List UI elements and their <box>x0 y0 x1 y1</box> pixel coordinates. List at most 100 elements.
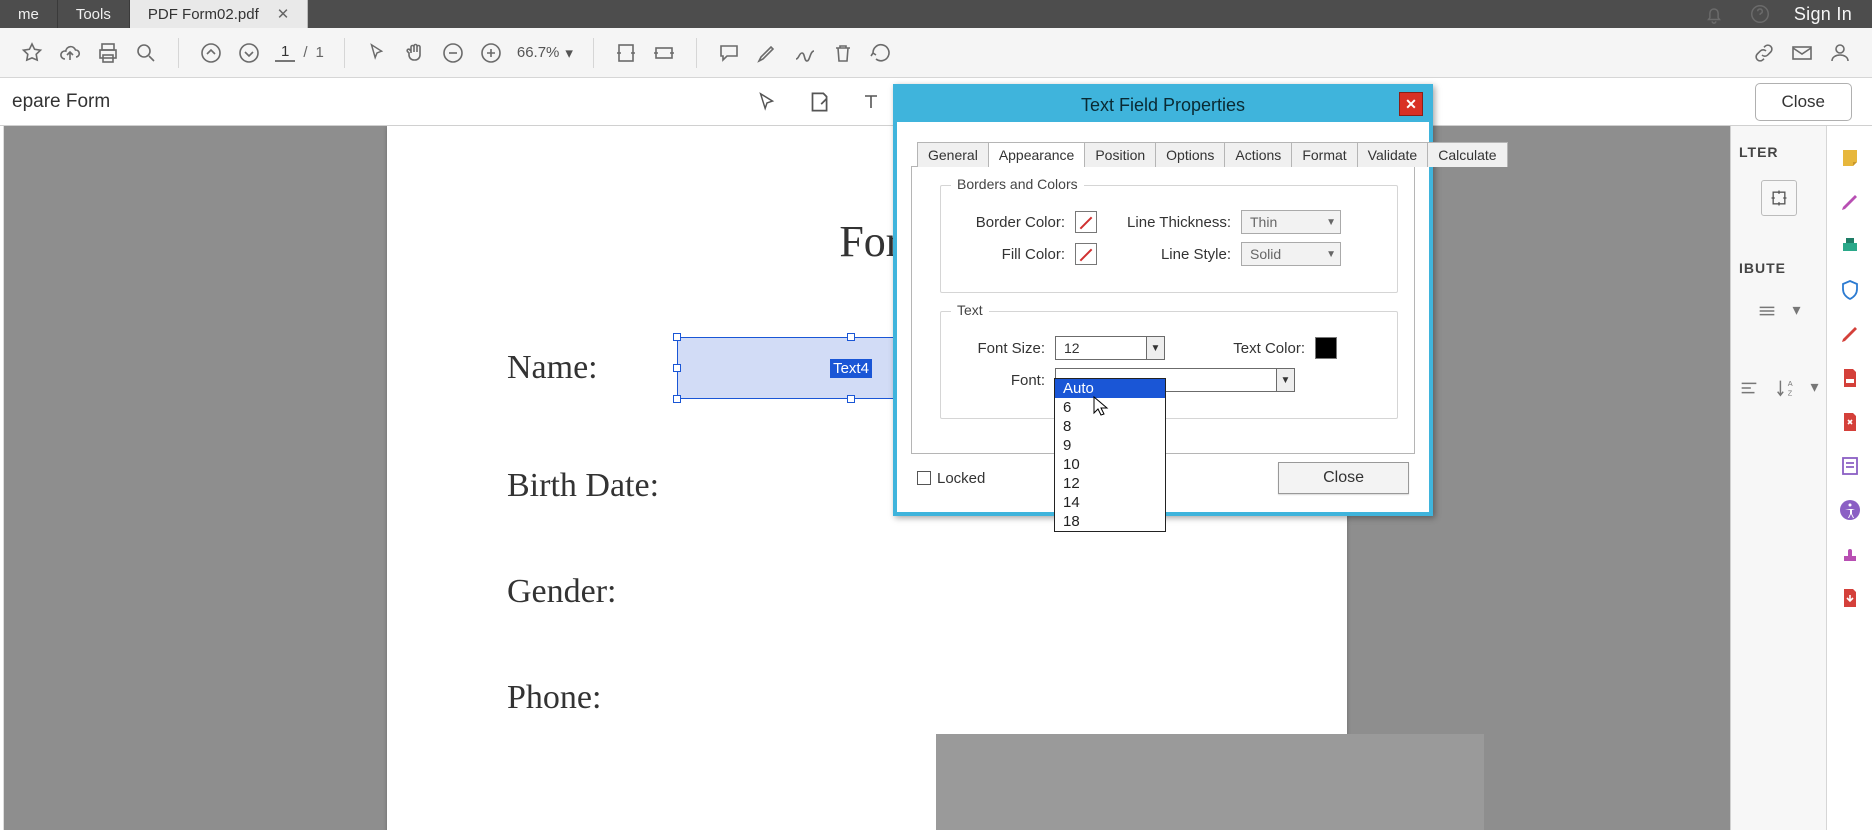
rail-print-icon[interactable] <box>1838 234 1862 258</box>
font-size-option[interactable]: 9 <box>1055 436 1165 455</box>
tab-actions-label: Actions <box>1235 147 1281 163</box>
resize-handle[interactable] <box>673 395 681 403</box>
zoom-in-icon[interactable] <box>479 41 503 65</box>
font-size-option[interactable]: 6 <box>1055 398 1165 417</box>
chevron-down-icon[interactable]: ▾ <box>1792 300 1800 327</box>
page-up-icon[interactable] <box>199 41 223 65</box>
resize-handle[interactable] <box>847 333 855 341</box>
dialog-close-button[interactable]: Close <box>1278 462 1409 494</box>
sign-icon[interactable] <box>793 41 817 65</box>
field-tag: Text4 <box>830 359 872 378</box>
tab-validate[interactable]: Validate <box>1357 142 1429 167</box>
tab-position[interactable]: Position <box>1084 142 1156 167</box>
highlight-icon[interactable] <box>755 41 779 65</box>
line-style-select[interactable]: Solid▼ <box>1241 242 1341 266</box>
rail-redact-icon[interactable] <box>1838 322 1862 346</box>
tab-tools[interactable]: Tools <box>58 0 130 28</box>
help-icon[interactable] <box>1748 2 1772 26</box>
line-thickness-select[interactable]: Thin▼ <box>1241 210 1341 234</box>
align-left-icon[interactable] <box>1738 377 1760 404</box>
font-size-combo[interactable]: 12 ▼ <box>1055 336 1165 360</box>
document-canvas[interactable]: Form Name: Text4 Birth Date: Gender: Pho… <box>4 126 1730 830</box>
rail-note-icon[interactable] <box>1838 146 1862 170</box>
sign-in-link[interactable]: Sign In <box>1794 4 1852 25</box>
locked-checkbox[interactable]: Locked <box>917 470 985 487</box>
label-birth: Birth Date: <box>507 467 667 505</box>
star-icon[interactable] <box>20 41 44 65</box>
tab-document[interactable]: PDF Form02.pdf ✕ <box>130 0 308 28</box>
main-toolbar: 1 / 1 66.7% ▾ <box>0 28 1872 78</box>
tab-document-close-icon[interactable]: ✕ <box>277 5 290 23</box>
resize-handle[interactable] <box>673 333 681 341</box>
line-style-label: Line Style: <box>1121 246 1231 263</box>
border-color-swatch[interactable] <box>1075 211 1097 233</box>
notification-bell-icon[interactable] <box>1702 2 1726 26</box>
print-icon[interactable] <box>96 41 120 65</box>
font-size-label: Font Size: <box>955 340 1045 357</box>
tab-format[interactable]: Format <box>1291 142 1357 167</box>
tab-appearance[interactable]: Appearance <box>988 142 1086 167</box>
tab-calculate[interactable]: Calculate <box>1427 142 1507 167</box>
rail-export-icon[interactable] <box>1838 586 1862 610</box>
font-size-dropdown[interactable]: Auto 6 8 9 10 12 14 18 <box>1054 378 1166 532</box>
line-thickness-label: Line Thickness: <box>1121 214 1231 231</box>
page-current[interactable]: 1 <box>275 43 295 62</box>
option-label: 8 <box>1063 418 1071 435</box>
edit-text-tool-icon[interactable] <box>804 87 834 117</box>
fit-page-icon[interactable] <box>652 41 676 65</box>
cloud-upload-icon[interactable] <box>58 41 82 65</box>
sort-az-icon[interactable]: AZ <box>1774 377 1796 404</box>
pointer-select-icon[interactable] <box>365 41 389 65</box>
dialog-close-icon[interactable]: ✕ <box>1399 92 1423 116</box>
close-prepare-form-button[interactable]: Close <box>1755 83 1852 121</box>
rail-shield-icon[interactable] <box>1838 278 1862 302</box>
rail-form-icon[interactable] <box>1838 454 1862 478</box>
hand-pan-icon[interactable] <box>403 41 427 65</box>
tab-options[interactable]: Options <box>1155 142 1225 167</box>
line-thickness-value: Thin <box>1250 214 1277 230</box>
dialog-titlebar[interactable]: Text Field Properties ✕ <box>897 88 1429 122</box>
font-size-option[interactable]: 12 <box>1055 474 1165 493</box>
option-label: Auto <box>1063 380 1094 397</box>
email-icon[interactable] <box>1790 41 1814 65</box>
line-style-value: Solid <box>1250 246 1281 262</box>
tab-home[interactable]: me <box>0 0 58 28</box>
font-size-option[interactable]: 14 <box>1055 493 1165 512</box>
account-icon[interactable] <box>1828 41 1852 65</box>
page-counter: 1 / 1 <box>275 43 324 62</box>
tab-home-label: me <box>18 6 39 23</box>
chevron-down-icon: ▾ <box>565 44 573 62</box>
tab-actions[interactable]: Actions <box>1224 142 1292 167</box>
font-size-option[interactable]: 8 <box>1055 417 1165 436</box>
refresh-icon[interactable] <box>869 41 893 65</box>
resize-handle[interactable] <box>673 364 681 372</box>
align-icon[interactable] <box>1756 300 1778 327</box>
zoom-out-icon[interactable] <box>441 41 465 65</box>
zoom-level[interactable]: 66.7% ▾ <box>517 44 573 62</box>
text-tool-icon[interactable] <box>856 87 886 117</box>
rail-accessibility-icon[interactable] <box>1838 498 1862 522</box>
rail-pdf-icon[interactable] <box>1838 366 1862 390</box>
fill-color-swatch[interactable] <box>1075 243 1097 265</box>
rail-compress-icon[interactable] <box>1838 410 1862 434</box>
fit-width-icon[interactable] <box>614 41 638 65</box>
font-size-option[interactable]: Auto <box>1055 379 1165 398</box>
font-size-option[interactable]: 10 <box>1055 455 1165 474</box>
chevron-down-icon[interactable]: ▾ <box>1810 377 1818 404</box>
tab-general[interactable]: General <box>917 142 989 167</box>
arrow-tool-icon[interactable] <box>752 87 782 117</box>
comment-icon[interactable] <box>717 41 741 65</box>
font-size-option[interactable]: 18 <box>1055 512 1165 531</box>
option-label: 9 <box>1063 437 1071 454</box>
rail-stamp-icon[interactable] <box>1838 542 1862 566</box>
search-icon[interactable] <box>134 41 158 65</box>
font-size-value: 12 <box>1064 340 1080 356</box>
resize-handle[interactable] <box>847 395 855 403</box>
rail-pencil-icon[interactable] <box>1838 190 1862 214</box>
dialog-tabs: General Appearance Position Options Acti… <box>917 142 1415 167</box>
panel-tool-icon[interactable] <box>1761 180 1797 216</box>
delete-icon[interactable] <box>831 41 855 65</box>
link-icon[interactable] <box>1752 41 1776 65</box>
page-down-icon[interactable] <box>237 41 261 65</box>
text-color-swatch[interactable] <box>1315 337 1337 359</box>
